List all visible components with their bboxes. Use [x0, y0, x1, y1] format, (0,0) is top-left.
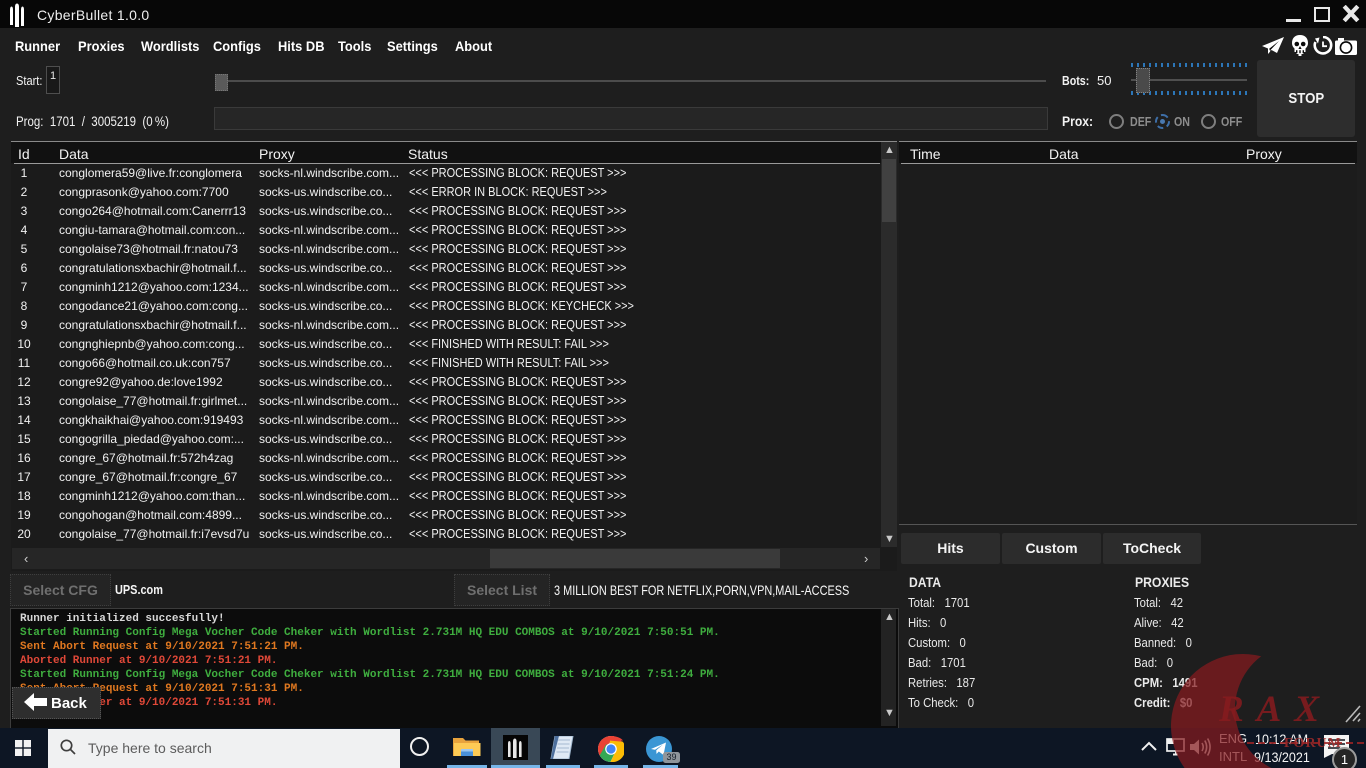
- svg-text:RAX: RAX: [1218, 689, 1332, 730]
